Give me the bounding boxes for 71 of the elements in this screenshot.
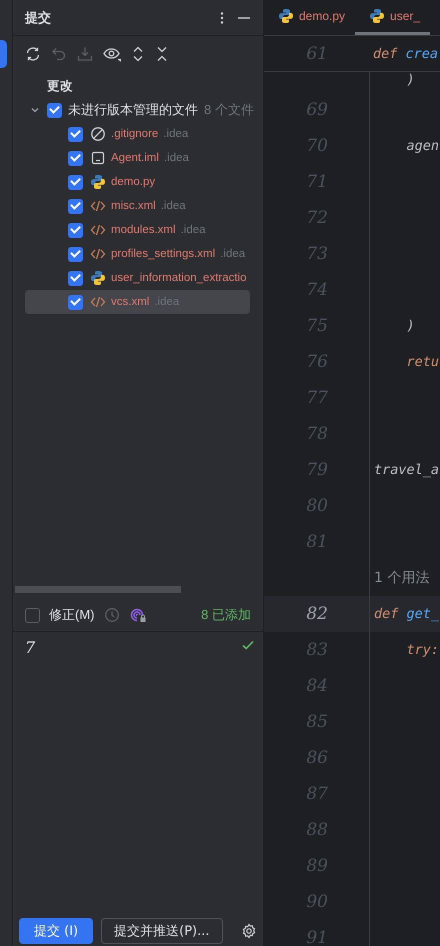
amend-label[interactable]: 修正(M): [49, 606, 94, 624]
file-count: 8 个文件: [204, 101, 254, 119]
code-text: retu: [406, 354, 440, 370]
code-icon: [90, 294, 106, 310]
added-count: 8 已添加: [201, 606, 251, 624]
check-icon: [241, 638, 255, 652]
code-text: def crea: [373, 46, 438, 62]
folder-name: .idea: [163, 128, 188, 140]
file-name: demo.py: [111, 176, 156, 188]
folder-name: .idea: [164, 152, 189, 164]
file-row[interactable]: misc.xml .idea: [25, 194, 250, 218]
checkbox[interactable]: [68, 246, 83, 262]
code-text: travel_a: [374, 462, 440, 478]
editor-tab[interactable]: user_: [355, 0, 430, 35]
prohibited-icon: [90, 126, 106, 142]
folder-name: .idea: [220, 248, 246, 260]
checkbox[interactable]: [25, 608, 40, 622]
file-row[interactable]: Agent.iml .idea: [25, 146, 250, 170]
file-row[interactable]: .gitignore .idea: [25, 122, 250, 146]
code-text: def get_: [374, 606, 440, 622]
checkbox[interactable]: [68, 150, 83, 166]
collapse-icon[interactable]: [155, 46, 169, 62]
code-icon: [90, 222, 106, 238]
code-text: try:: [406, 642, 440, 658]
file-name: user_information_extractio: [111, 272, 247, 284]
file-name: modules.xml: [111, 224, 176, 236]
checkbox[interactable]: [68, 294, 83, 310]
file-row[interactable]: modules.xml .idea: [25, 218, 250, 242]
scrollbar[interactable]: [15, 586, 181, 593]
settings-icon[interactable]: [241, 923, 257, 939]
line-number: 82: [306, 604, 328, 624]
code-text: agen: [406, 138, 440, 154]
file-name: vcs.xml: [111, 296, 150, 308]
tool-window-button[interactable]: [0, 40, 7, 68]
group-label: 未进行版本管理的文件: [68, 101, 198, 119]
swirl-lock-icon[interactable]: [128, 607, 146, 623]
python-icon: [369, 8, 386, 24]
checkbox[interactable]: [68, 126, 83, 142]
python-icon: [90, 174, 106, 190]
file-name: Agent.iml: [111, 152, 159, 164]
commit-button[interactable]: 提交 (I): [19, 918, 94, 944]
code-icon: [90, 246, 106, 262]
checkbox[interactable]: [47, 102, 62, 118]
commit-message-field[interactable]: 7: [25, 638, 241, 657]
checkbox[interactable]: [68, 222, 83, 238]
file-name: .gitignore: [111, 128, 158, 140]
code-icon: [90, 198, 106, 214]
expand-icon[interactable]: [131, 46, 145, 62]
checkbox[interactable]: [68, 174, 83, 190]
file-row[interactable]: user_information_extractio: [25, 266, 250, 290]
file-name: profiles_settings.xml: [111, 248, 216, 260]
folder-name: .idea: [160, 200, 186, 212]
section-label: 更改: [46, 78, 74, 95]
python-icon: [278, 8, 294, 24]
group-row[interactable]: 未进行版本管理的文件 8 个文件: [13, 98, 263, 122]
file-row[interactable]: profiles_settings.xml .idea: [25, 242, 250, 266]
panel-title: 提交: [25, 8, 52, 26]
code-text: ): [406, 318, 415, 334]
checkbox[interactable]: [68, 198, 83, 214]
file-row[interactable]: demo.py: [25, 170, 250, 194]
checkbox[interactable]: [68, 270, 83, 286]
python-icon: [90, 270, 106, 286]
eye-icon[interactable]: [103, 46, 121, 62]
file-icon: [90, 150, 106, 166]
folder-name: .idea: [180, 224, 206, 236]
editor-tab[interactable]: demo.py: [264, 0, 356, 35]
refresh-icon[interactable]: [25, 46, 41, 62]
usage-hint[interactable]: 1 个用法: [374, 569, 430, 587]
file-name: misc.xml: [111, 200, 156, 212]
code-text: ): [406, 72, 415, 88]
commit-push-button[interactable]: 提交并推送(P)...: [101, 918, 223, 944]
